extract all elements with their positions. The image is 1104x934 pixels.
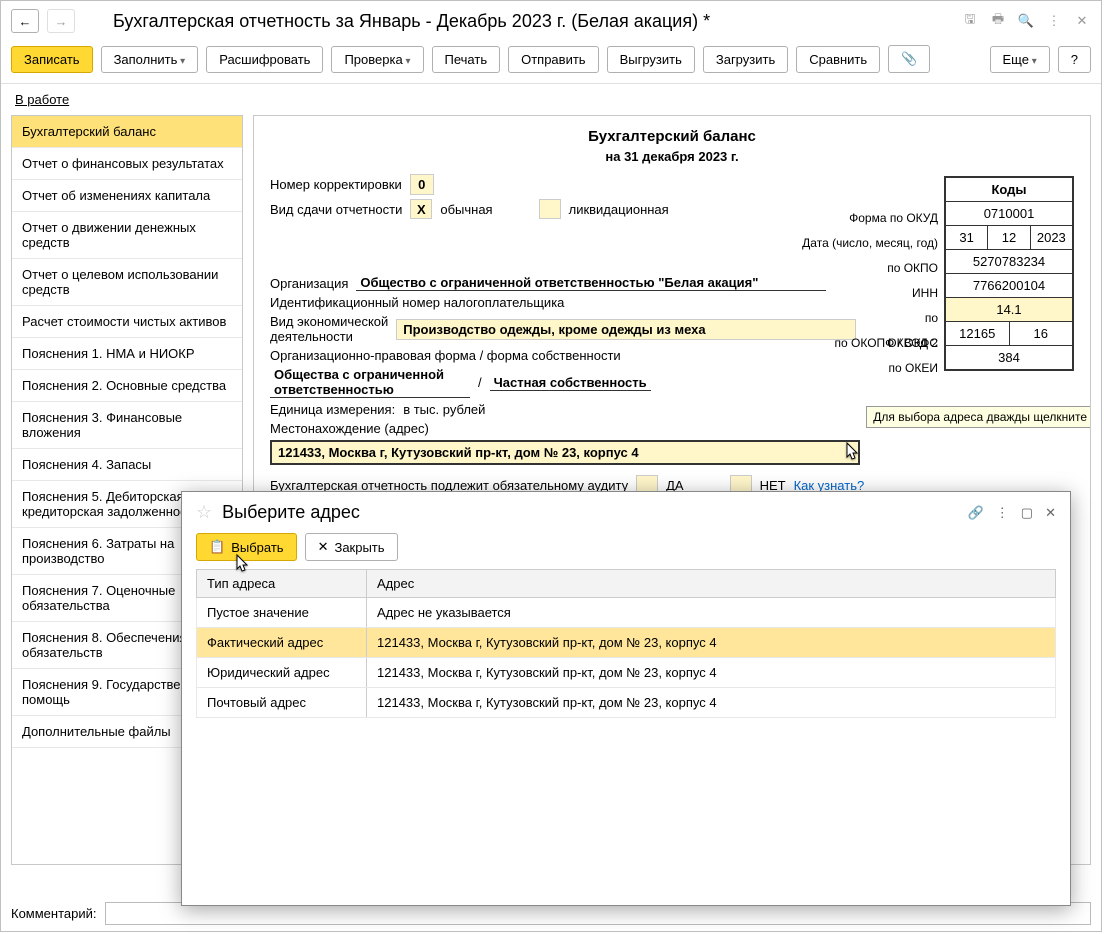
correction-input[interactable]: 0 — [410, 174, 434, 195]
compare-button[interactable]: Сравнить — [796, 46, 880, 73]
page-title: Бухгалтерская отчетность за Январь - Дек… — [83, 11, 953, 32]
sidebar-item-expl4[interactable]: Пояснения 4. Запасы — [12, 449, 242, 481]
help-button[interactable]: ? — [1058, 46, 1091, 73]
sidebar-item-capital[interactable]: Отчет об изменениях капитала — [12, 180, 242, 212]
sidebar-item-netassets[interactable]: Расчет стоимости чистых активов — [12, 306, 242, 338]
close-icon[interactable]: ✕ — [1073, 12, 1091, 30]
check-button[interactable]: Проверка — [331, 46, 423, 73]
fill-button[interactable]: Заполнить — [101, 46, 199, 73]
table-row[interactable]: Пустое значение Адрес не указывается — [196, 598, 1056, 628]
download-button[interactable]: Загрузить — [703, 46, 788, 73]
right-labels: Форма по ОКУД Дата (число, месяц, год) п… — [802, 206, 938, 381]
okei-value: 384 — [946, 346, 1072, 369]
status-link[interactable]: В работе — [15, 92, 69, 107]
okopf-value: 12165 — [946, 322, 1010, 345]
activity-value[interactable]: Производство одежды, кроме одежды из мех… — [396, 319, 856, 340]
okved-value[interactable]: 14.1 — [946, 298, 1072, 322]
type-usual-checkbox[interactable]: X — [410, 199, 432, 219]
date-year: 2023 — [1031, 226, 1072, 249]
save-icon[interactable]: 🖫 — [961, 12, 979, 30]
org-label: Организация — [270, 276, 348, 291]
type-liq-checkbox[interactable] — [539, 199, 561, 219]
search-icon[interactable]: 🔍 — [1017, 12, 1035, 30]
favorite-star-icon[interactable]: ☆ — [196, 502, 212, 523]
okud-value: 0710001 — [946, 202, 1072, 226]
col-type-header[interactable]: Тип адреса — [197, 570, 367, 597]
legal-form-label: Организационно-правовая форма / форма со… — [270, 348, 621, 363]
legal-form-val3: Частная собственность — [490, 375, 651, 391]
sidebar-item-finresults[interactable]: Отчет о финансовых результатах — [12, 148, 242, 180]
dialog-kebab-icon[interactable]: ⋮ — [996, 505, 1009, 521]
upload-button[interactable]: Выгрузить — [607, 46, 695, 73]
inn-label: Идентификационный номер налогоплательщик… — [270, 295, 564, 310]
maximize-icon[interactable]: ▢ — [1021, 505, 1033, 521]
sidebar-item-expl1[interactable]: Пояснения 1. НМА и НИОКР — [12, 338, 242, 370]
org-value[interactable]: Общество с ограниченной ответственностью… — [356, 275, 826, 291]
close-x-icon: ✕ — [318, 539, 329, 555]
date-day: 31 — [946, 226, 988, 249]
nav-forward-button[interactable]: → — [47, 9, 75, 33]
activity-label2: деятельности — [270, 329, 353, 344]
write-button[interactable]: Записать — [11, 46, 93, 73]
close-button[interactable]: ✕ Закрыть — [305, 533, 398, 561]
address-tooltip: Для выбора адреса дважды щелкните — [866, 406, 1091, 428]
sidebar-item-expl2[interactable]: Пояснения 2. Основные средства — [12, 370, 242, 402]
doc-subtitle: на 31 декабря 2023 г. — [270, 149, 1074, 164]
legal-form-val1: Общества с ограниченной — [274, 367, 444, 382]
addr-label: Местонахождение (адрес) — [270, 421, 429, 436]
select-button[interactable]: 📋 Выбрать — [196, 533, 297, 561]
link-icon[interactable]: 🔗 — [968, 505, 984, 521]
print-icon[interactable]: 🖶 — [989, 12, 1007, 30]
unit-label: Единица измерения: — [270, 402, 395, 417]
col-addr-header[interactable]: Адрес — [367, 570, 1055, 597]
okpo-value: 5270783234 — [946, 250, 1072, 274]
table-row[interactable]: Фактический адрес 121433, Москва г, Куту… — [196, 628, 1056, 658]
more-button[interactable]: Еще — [990, 46, 1050, 73]
table-row[interactable]: Почтовый адрес 121433, Москва г, Кутузов… — [196, 688, 1056, 718]
dialog-close-icon[interactable]: ✕ — [1045, 505, 1056, 521]
sidebar-item-expl3[interactable]: Пояснения 3. Финансовые вложения — [12, 402, 242, 449]
comment-label: Комментарий: — [11, 906, 97, 921]
doc-title: Бухгалтерский баланс — [270, 128, 1074, 145]
address-input[interactable]: 121433, Москва г, Кутузовский пр-кт, дом… — [270, 440, 860, 465]
dialog-title: Выберите адрес — [222, 502, 957, 523]
table-row[interactable]: Юридический адрес 121433, Москва г, Куту… — [196, 658, 1056, 688]
kebab-icon[interactable]: ⋮ — [1045, 12, 1063, 30]
sidebar-item-cashflow[interactable]: Отчет о движении денежных средств — [12, 212, 242, 259]
decode-button[interactable]: Расшифровать — [206, 46, 323, 73]
codes-header: Коды — [946, 178, 1072, 202]
unit-value: в тыс. рублей — [403, 402, 485, 417]
inn-value: 7766200104 — [946, 274, 1072, 298]
send-button[interactable]: Отправить — [508, 46, 598, 73]
select-icon: 📋 — [209, 539, 225, 555]
sidebar-item-target[interactable]: Отчет о целевом использовании средств — [12, 259, 242, 306]
okfs-value: 16 — [1010, 322, 1073, 345]
legal-form-val2: ответственностью — [274, 382, 394, 397]
activity-label1: Вид экономической — [270, 314, 388, 329]
print-button[interactable]: Печать — [432, 46, 501, 73]
type-usual-text: обычная — [440, 202, 492, 217]
address-picker-dialog: ☆ Выберите адрес 🔗 ⋮ ▢ ✕ 📋 Выбрать ✕ Зак… — [181, 491, 1071, 906]
type-liq-text: ликвидационная — [569, 202, 669, 217]
correction-label: Номер корректировки — [270, 177, 402, 192]
date-month: 12 — [988, 226, 1030, 249]
nav-back-button[interactable]: ← — [11, 9, 39, 33]
sidebar-item-balance[interactable]: Бухгалтерский баланс — [12, 116, 242, 148]
codes-box: Коды 0710001 31 12 2023 5270783234 77662… — [944, 176, 1074, 371]
attach-button[interactable]: 📎 — [888, 45, 930, 73]
type-label: Вид сдачи отчетности — [270, 202, 402, 217]
